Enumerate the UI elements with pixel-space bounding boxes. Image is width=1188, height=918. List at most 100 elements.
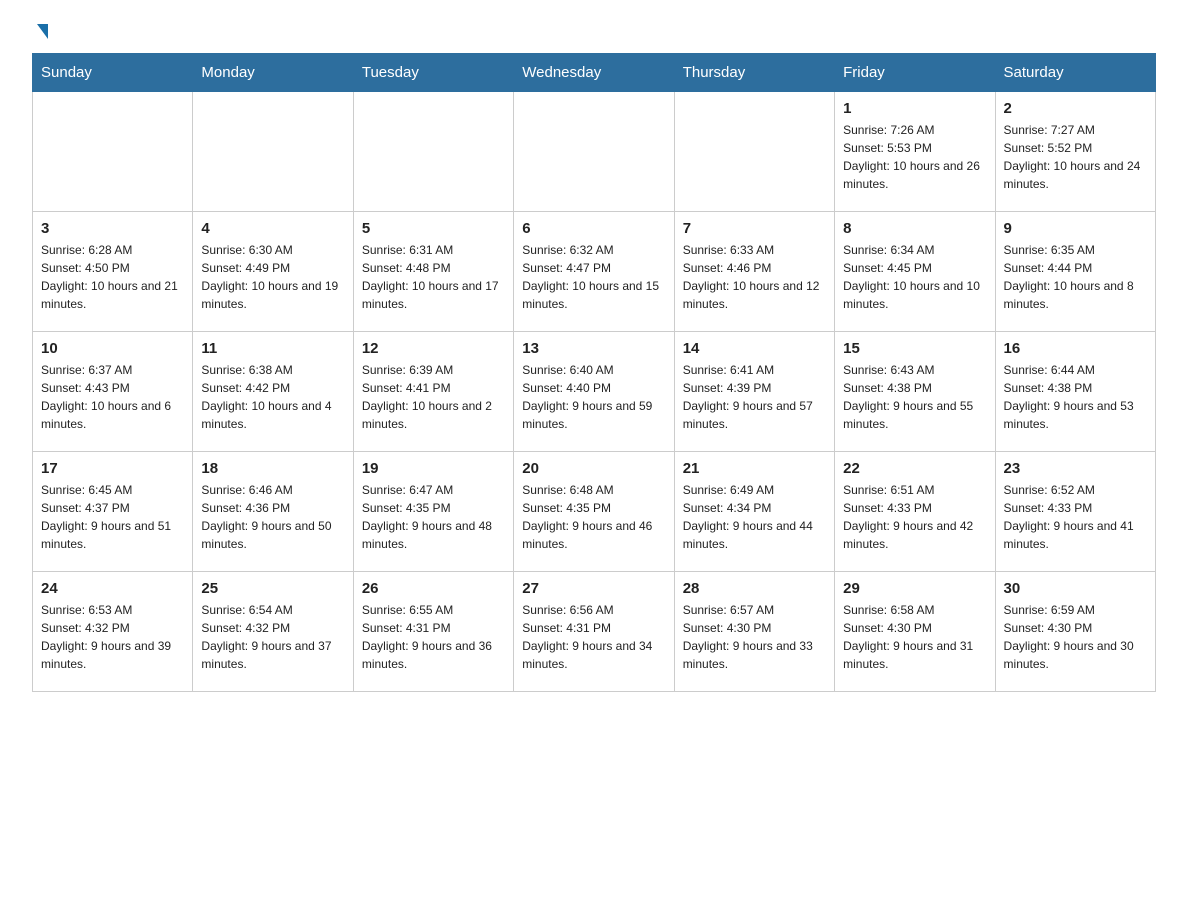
calendar-cell: 18 Sunrise: 6:46 AMSunset: 4:36 PMDayligh… (193, 452, 353, 572)
weekday-header-sunday: Sunday (33, 54, 193, 92)
calendar-cell: 17 Sunrise: 6:45 AMSunset: 4:37 PMDayligh… (33, 452, 193, 572)
weekday-header-wednesday: Wednesday (514, 54, 674, 92)
calendar-cell (514, 92, 674, 212)
day-info: Sunrise: 6:39 AMSunset: 4:41 PMDaylight:… (362, 361, 505, 433)
day-number: 3 (41, 220, 184, 237)
day-info: Sunrise: 7:26 AMSunset: 5:53 PMDaylight:… (843, 121, 986, 193)
day-info: Sunrise: 6:37 AMSunset: 4:43 PMDaylight:… (41, 361, 184, 433)
day-info: Sunrise: 6:48 AMSunset: 4:35 PMDaylight:… (522, 481, 665, 553)
day-number: 8 (843, 220, 986, 237)
day-number: 26 (362, 580, 505, 597)
day-number: 1 (843, 100, 986, 117)
calendar-cell (674, 92, 834, 212)
day-number: 6 (522, 220, 665, 237)
calendar-week-row: 1 Sunrise: 7:26 AMSunset: 5:53 PMDaylight… (33, 92, 1156, 212)
day-info: Sunrise: 6:58 AMSunset: 4:30 PMDaylight:… (843, 601, 986, 673)
day-info: Sunrise: 6:41 AMSunset: 4:39 PMDaylight:… (683, 361, 826, 433)
calendar-cell: 3Sunrise: 6:28 AMSunset: 4:50 PMDaylight… (33, 212, 193, 332)
day-number: 9 (1004, 220, 1147, 237)
calendar-cell: 11Sunrise: 6:38 AMSunset: 4:42 PMDayligh… (193, 332, 353, 452)
day-info: Sunrise: 6:53 AMSunset: 4:32 PMDaylight:… (41, 601, 184, 673)
weekday-header-friday: Friday (835, 54, 995, 92)
calendar-cell: 20 Sunrise: 6:48 AMSunset: 4:35 PMDayligh… (514, 452, 674, 572)
calendar-table: SundayMondayTuesdayWednesdayThursdayFrid… (32, 53, 1156, 692)
day-number: 23 (1004, 460, 1147, 477)
day-number: 19 (362, 460, 505, 477)
calendar-cell: 2 Sunrise: 7:27 AMSunset: 5:52 PMDaylight… (995, 92, 1155, 212)
calendar-cell: 14 Sunrise: 6:41 AMSunset: 4:39 PMDayligh… (674, 332, 834, 452)
day-number: 15 (843, 340, 986, 357)
day-info: Sunrise: 6:43 AMSunset: 4:38 PMDaylight:… (843, 361, 986, 433)
day-number: 2 (1004, 100, 1147, 117)
day-number: 25 (201, 580, 344, 597)
calendar-cell: 15 Sunrise: 6:43 AMSunset: 4:38 PMDayligh… (835, 332, 995, 452)
weekday-header-thursday: Thursday (674, 54, 834, 92)
day-number: 14 (683, 340, 826, 357)
calendar-cell: 27 Sunrise: 6:56 AMSunset: 4:31 PMDayligh… (514, 572, 674, 692)
day-info: Sunrise: 6:40 AMSunset: 4:40 PMDaylight:… (522, 361, 665, 433)
day-number: 29 (843, 580, 986, 597)
day-number: 10 (41, 340, 184, 357)
day-info: Sunrise: 6:34 AMSunset: 4:45 PMDaylight:… (843, 241, 986, 313)
day-info: Sunrise: 6:31 AMSunset: 4:48 PMDaylight:… (362, 241, 505, 313)
calendar-cell: 9 Sunrise: 6:35 AMSunset: 4:44 PMDaylight… (995, 212, 1155, 332)
logo (32, 24, 48, 37)
day-number: 17 (41, 460, 184, 477)
calendar-cell: 8 Sunrise: 6:34 AMSunset: 4:45 PMDaylight… (835, 212, 995, 332)
day-number: 13 (522, 340, 665, 357)
calendar-cell: 12Sunrise: 6:39 AMSunset: 4:41 PMDayligh… (353, 332, 513, 452)
day-number: 30 (1004, 580, 1147, 597)
day-info: Sunrise: 6:49 AMSunset: 4:34 PMDaylight:… (683, 481, 826, 553)
day-info: Sunrise: 6:46 AMSunset: 4:36 PMDaylight:… (201, 481, 344, 553)
day-info: Sunrise: 6:51 AMSunset: 4:33 PMDaylight:… (843, 481, 986, 553)
calendar-cell: 28 Sunrise: 6:57 AMSunset: 4:30 PMDayligh… (674, 572, 834, 692)
calendar-body: 1 Sunrise: 7:26 AMSunset: 5:53 PMDaylight… (33, 92, 1156, 692)
calendar-week-row: 3Sunrise: 6:28 AMSunset: 4:50 PMDaylight… (33, 212, 1156, 332)
logo-arrow-icon (37, 24, 48, 39)
day-number: 16 (1004, 340, 1147, 357)
calendar-week-row: 10 Sunrise: 6:37 AMSunset: 4:43 PMDayligh… (33, 332, 1156, 452)
day-info: Sunrise: 6:44 AMSunset: 4:38 PMDaylight:… (1004, 361, 1147, 433)
calendar-week-row: 17 Sunrise: 6:45 AMSunset: 4:37 PMDayligh… (33, 452, 1156, 572)
calendar-cell: 4 Sunrise: 6:30 AMSunset: 4:49 PMDaylight… (193, 212, 353, 332)
day-info: Sunrise: 7:27 AMSunset: 5:52 PMDaylight:… (1004, 121, 1147, 193)
calendar-cell: 13 Sunrise: 6:40 AMSunset: 4:40 PMDayligh… (514, 332, 674, 452)
calendar-cell: 7 Sunrise: 6:33 AMSunset: 4:46 PMDaylight… (674, 212, 834, 332)
day-number: 22 (843, 460, 986, 477)
calendar-cell: 25 Sunrise: 6:54 AMSunset: 4:32 PMDayligh… (193, 572, 353, 692)
day-number: 4 (201, 220, 344, 237)
day-number: 7 (683, 220, 826, 237)
day-info: Sunrise: 6:45 AMSunset: 4:37 PMDaylight:… (41, 481, 184, 553)
day-info: Sunrise: 6:33 AMSunset: 4:46 PMDaylight:… (683, 241, 826, 313)
calendar-cell: 26 Sunrise: 6:55 AMSunset: 4:31 PMDayligh… (353, 572, 513, 692)
calendar-week-row: 24 Sunrise: 6:53 AMSunset: 4:32 PMDayligh… (33, 572, 1156, 692)
weekday-header-monday: Monday (193, 54, 353, 92)
calendar-cell: 10 Sunrise: 6:37 AMSunset: 4:43 PMDayligh… (33, 332, 193, 452)
day-info: Sunrise: 6:57 AMSunset: 4:30 PMDaylight:… (683, 601, 826, 673)
weekday-header-row: SundayMondayTuesdayWednesdayThursdayFrid… (33, 54, 1156, 92)
day-number: 18 (201, 460, 344, 477)
day-number: 24 (41, 580, 184, 597)
day-info: Sunrise: 6:35 AMSunset: 4:44 PMDaylight:… (1004, 241, 1147, 313)
day-number: 27 (522, 580, 665, 597)
day-number: 20 (522, 460, 665, 477)
day-info: Sunrise: 6:52 AMSunset: 4:33 PMDaylight:… (1004, 481, 1147, 553)
day-info: Sunrise: 6:56 AMSunset: 4:31 PMDaylight:… (522, 601, 665, 673)
day-number: 5 (362, 220, 505, 237)
calendar-cell: 6Sunrise: 6:32 AMSunset: 4:47 PMDaylight… (514, 212, 674, 332)
day-info: Sunrise: 6:55 AMSunset: 4:31 PMDaylight:… (362, 601, 505, 673)
calendar-cell (193, 92, 353, 212)
calendar-cell (353, 92, 513, 212)
calendar-cell: 24 Sunrise: 6:53 AMSunset: 4:32 PMDayligh… (33, 572, 193, 692)
calendar-cell: 22 Sunrise: 6:51 AMSunset: 4:33 PMDayligh… (835, 452, 995, 572)
calendar-cell: 21 Sunrise: 6:49 AMSunset: 4:34 PMDayligh… (674, 452, 834, 572)
day-info: Sunrise: 6:54 AMSunset: 4:32 PMDaylight:… (201, 601, 344, 673)
weekday-header-saturday: Saturday (995, 54, 1155, 92)
day-number: 21 (683, 460, 826, 477)
day-info: Sunrise: 6:30 AMSunset: 4:49 PMDaylight:… (201, 241, 344, 313)
calendar-cell: 19Sunrise: 6:47 AMSunset: 4:35 PMDayligh… (353, 452, 513, 572)
day-number: 28 (683, 580, 826, 597)
calendar-cell: 16 Sunrise: 6:44 AMSunset: 4:38 PMDayligh… (995, 332, 1155, 452)
weekday-header-tuesday: Tuesday (353, 54, 513, 92)
calendar-cell (33, 92, 193, 212)
